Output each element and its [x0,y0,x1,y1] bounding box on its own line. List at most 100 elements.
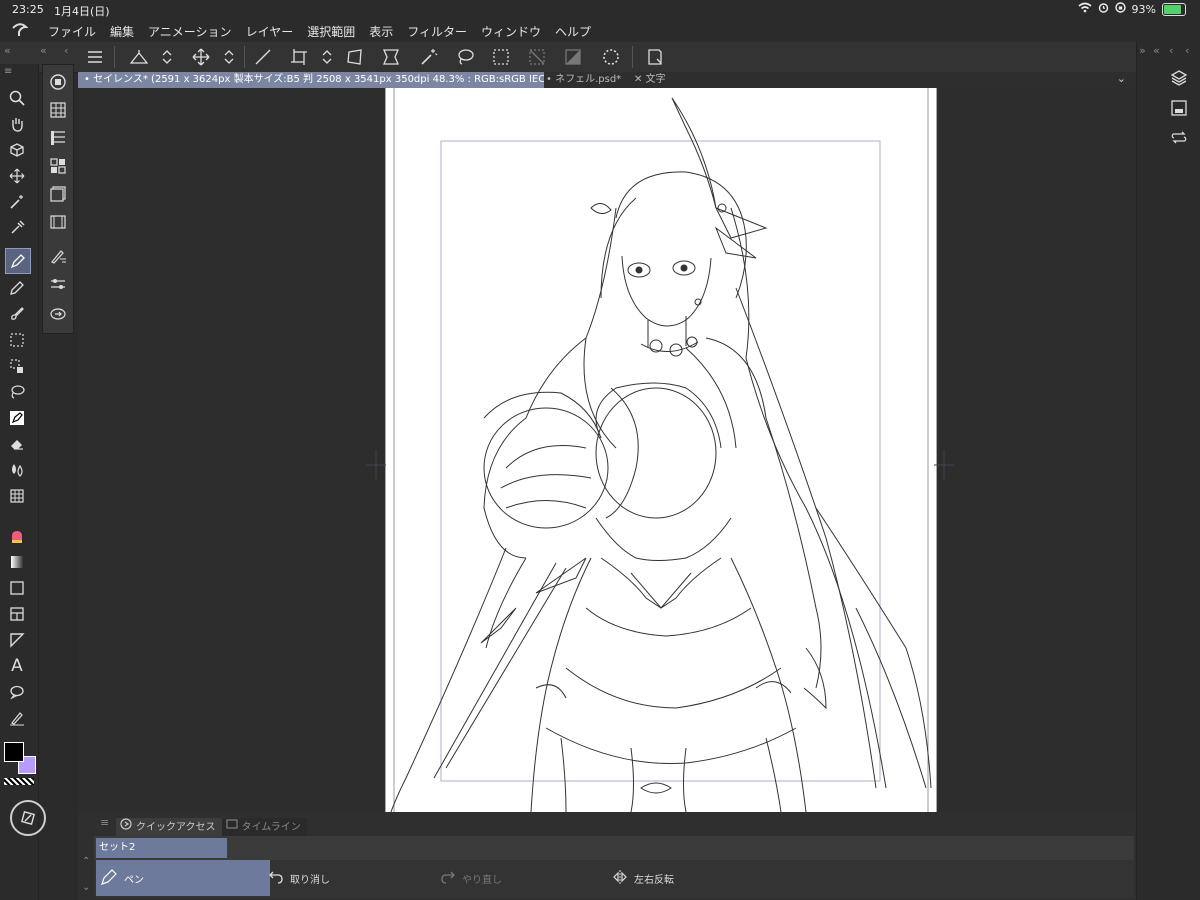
redo-icon [440,869,456,888]
menu-toggle-icon[interactable] [84,46,106,68]
vector-pen-icon[interactable] [5,406,29,430]
collapse-right-icon[interactable]: » [1139,44,1146,57]
eyedropper-icon[interactable] [5,216,29,240]
spin-up-down-2-icon[interactable] [218,46,240,68]
scale-icon[interactable] [128,46,150,68]
sliders-icon[interactable] [47,273,69,295]
menu-window[interactable]: ウィンドウ [481,23,541,40]
text-icon[interactable]: A [5,654,29,678]
canvas-area[interactable] [78,88,1136,812]
expand-right-icon[interactable]: « [1153,44,1160,57]
modifier-key-icon[interactable] [10,800,46,836]
flip-horizontal-button[interactable]: 左右反転 [612,860,782,896]
tab-quick-access[interactable]: クイックアクセス [116,818,222,838]
animation-cel-icon[interactable] [47,211,69,233]
tab-timeline-label: タイムライン [241,822,301,833]
gradient-icon[interactable] [5,550,29,574]
rectangle-shape-icon[interactable] [5,576,29,600]
main-color-swatch[interactable] [4,742,24,762]
move-icon[interactable] [190,46,212,68]
brush-icon[interactable] [5,302,29,326]
spin-up-down-icon[interactable] [156,46,178,68]
auto-select-icon[interactable] [5,190,29,214]
selection-launcher-icon[interactable] [644,46,666,68]
redo-label: やり直し [462,874,502,886]
layer-property-icon[interactable] [47,183,69,205]
panel-menu-icon[interactable]: ≡ [100,816,109,829]
set-selector[interactable]: セット2 [96,838,227,858]
expand-right-3-icon[interactable]: ‹ [1185,44,1189,57]
collapse-chevron-icon[interactable]: ‹ [64,44,68,57]
free-transform-icon[interactable] [380,46,402,68]
frame-border-icon[interactable] [5,602,29,626]
menu-animation[interactable]: アニメーション [148,23,232,40]
spin-up-down-3-icon[interactable] [316,46,338,68]
collapse-left-icon[interactable]: « [4,44,11,57]
menu-help[interactable]: ヘルプ [555,23,591,40]
pencil-icon[interactable] [5,276,29,300]
separator [632,46,633,68]
menu-filter[interactable]: フィルター [407,23,467,40]
menu-view[interactable]: 表示 [369,23,393,40]
line-icon[interactable] [252,46,274,68]
layers-icon[interactable] [1167,66,1191,90]
crop-icon[interactable] [288,46,310,68]
menu-file[interactable]: ファイル [48,23,96,40]
history-icon[interactable] [1167,126,1191,150]
zoom-icon[interactable] [5,86,29,110]
tab-serens[interactable]: • セイレンス* (2591 x 3624px 製本サイズ:B5 判 2508 … [78,72,544,88]
eraser-icon[interactable] [5,432,29,456]
sub-tool-circle-icon[interactable] [47,71,69,93]
spinner-icon[interactable] [600,46,622,68]
color-set-icon[interactable] [47,155,69,177]
expand-right-2-icon[interactable]: ‹ [1169,44,1173,57]
layer-property-panel-icon[interactable] [1167,96,1191,120]
blend-icon[interactable] [5,458,29,482]
menu-layer[interactable]: レイヤー [246,23,294,40]
tab-nephel[interactable]: • ネフェル.psd* [540,72,632,88]
select-rect-icon[interactable] [490,46,512,68]
brush-size-icon[interactable] [47,127,69,149]
redo-button[interactable]: やり直し [440,860,608,896]
brush-settings-icon[interactable] [47,245,69,267]
pen-action-button[interactable]: ペン [96,860,270,896]
rect-select-tool-icon[interactable] [5,328,29,352]
figure-grid-icon[interactable] [5,484,29,508]
tool-property-icon[interactable] [47,99,69,121]
pen-action-icon [100,868,118,889]
status-bar: 23:25 1月4日(日) 93% [0,0,1200,20]
clear-selection-icon[interactable] [526,46,548,68]
pen-tool-icon[interactable] [5,248,31,274]
tab-text[interactable]: ✕ 文字 [628,72,694,88]
app-logo-icon[interactable] [10,20,32,42]
line-art-drawing [390,88,932,812]
magic-wand-icon[interactable] [418,46,440,68]
balloon-icon[interactable] [5,680,29,704]
undo-button[interactable]: 取り消し [268,860,436,896]
object-3d-icon[interactable] [5,138,29,162]
menu-selection[interactable]: 選択範囲 [307,23,355,40]
invert-selection-icon[interactable] [562,46,584,68]
move-layer-icon[interactable] [5,164,29,188]
panel-collapse-icon[interactable]: ⌃ [82,856,90,867]
collapse-left-2-icon[interactable]: « [40,44,47,57]
registration-mark [366,450,386,480]
perspective-icon[interactable] [344,46,366,68]
battery-fill [1164,4,1181,14]
transparent-color-swatch[interactable] [4,778,34,785]
correction-line-icon[interactable] [5,706,29,730]
lasso-icon[interactable] [454,46,476,68]
fill-bucket-icon[interactable] [5,524,29,548]
panel-expand-icon[interactable]: ⌄ [82,882,90,893]
tab-dropdown-icon[interactable]: ⌄ [1117,72,1126,85]
tab-timeline[interactable]: タイムライン [221,818,307,838]
ruler-icon[interactable] [5,628,29,652]
canvas-page[interactable] [385,88,937,812]
hand-icon[interactable] [5,112,29,136]
selection-pen-icon[interactable] [5,354,29,378]
alarm-icon [1098,2,1109,16]
tool-palette-menu-icon[interactable]: ≡ [4,66,12,77]
lasso-tool-icon[interactable] [5,380,29,404]
menu-edit[interactable]: 編集 [110,23,134,40]
navigator-icon[interactable] [47,303,69,325]
